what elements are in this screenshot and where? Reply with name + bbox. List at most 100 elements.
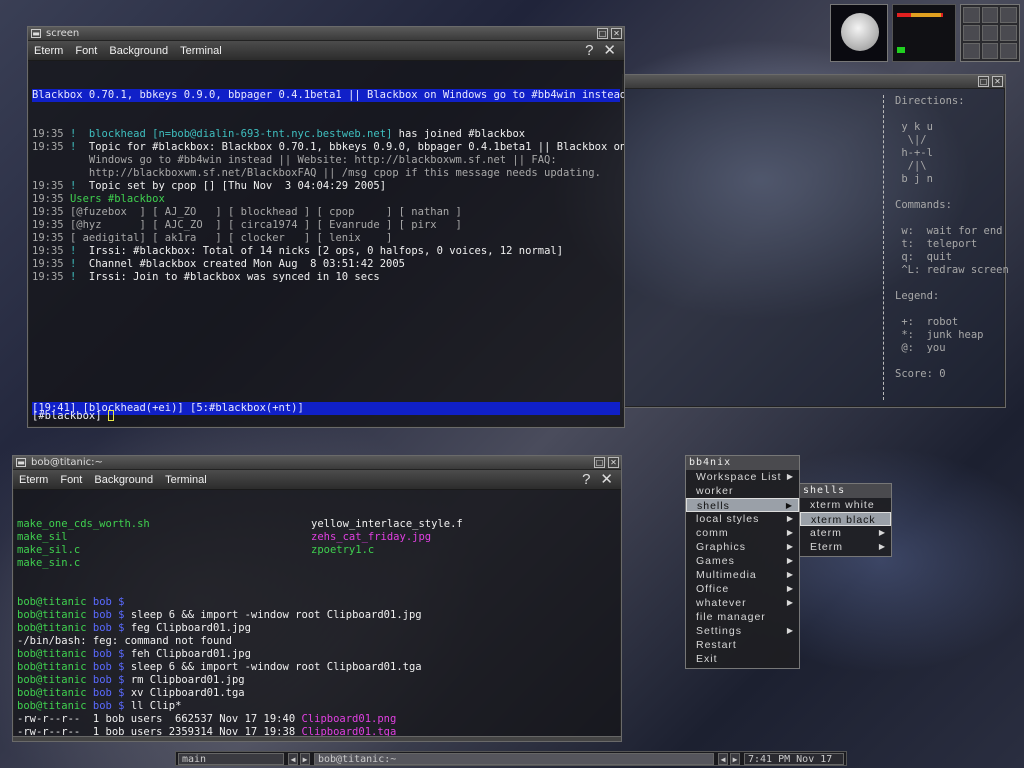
irc-text: Windows go to #bb4win instead || Website… <box>32 154 557 166</box>
prompt-dir: bob <box>86 648 119 660</box>
submenu-arrow-icon: ▶ <box>786 472 794 481</box>
help-button[interactable]: ? <box>585 43 593 58</box>
net-led-icon <box>897 47 905 53</box>
irc-host: [n=bob@dialin-693-tnt.nyc.bestweb.net] <box>152 128 393 140</box>
game-help-line: q: quit <box>895 251 952 263</box>
workspace-label[interactable]: main <box>178 753 284 765</box>
window-titlebar[interactable]: □ ✕ <box>623 75 1005 89</box>
clock: 7:41 PM Nov 17 <box>744 753 844 765</box>
prompt-symbol: $ <box>118 609 131 621</box>
ls-filename: Clipboard01.tga <box>301 726 397 736</box>
window-title: screen <box>46 28 80 39</box>
pager-cell[interactable] <box>981 25 999 41</box>
irc-topic-bar: Blackbox 0.70.1, bbkeys 0.9.0, bbpager 0… <box>32 89 624 102</box>
irc-nick: cpop <box>171 180 197 192</box>
menu-item-workspace-list[interactable]: Workspace List ▶ <box>686 470 799 484</box>
game-help-line: @: you <box>895 342 946 354</box>
game-help-line: h-+-l <box>895 147 933 159</box>
menu-terminal[interactable]: Terminal <box>180 45 222 57</box>
workspace-next-button[interactable]: ▶ <box>300 753 310 765</box>
menu-font[interactable]: Font <box>75 45 97 57</box>
menu-item-worker[interactable]: worker <box>686 484 799 498</box>
irc-channel: #blackbox <box>183 271 241 283</box>
window-handle[interactable] <box>13 736 621 741</box>
robots-game-window[interactable]: □ ✕ Directions: y k u \|/ h-+-l /|\ b j … <box>622 74 1009 408</box>
menu-item-label: Eterm <box>810 541 844 553</box>
menu-eterm[interactable]: Eterm <box>19 474 48 486</box>
menu-item-shells[interactable]: shells ▶ <box>686 498 799 512</box>
game-help-line: Legend: <box>895 290 940 302</box>
menu-item-comm[interactable]: comm ▶ <box>686 526 799 540</box>
window-menu-icon[interactable]: ▬ <box>16 458 26 467</box>
window-prev-button[interactable]: ◀ <box>718 753 728 765</box>
workspace-pager[interactable] <box>960 4 1020 62</box>
window-menu-icon[interactable]: ▬ <box>31 29 41 38</box>
pager-cell[interactable] <box>981 43 999 59</box>
maximize-icon[interactable]: □ <box>597 28 608 39</box>
close-icon[interactable]: ✕ <box>608 457 619 468</box>
irc-input-line[interactable]: [#blackbox] <box>28 408 118 425</box>
shell-output: make_one_cds_worth.sh make_sil make_sil.c m… <box>13 490 621 736</box>
menu-item-local-styles[interactable]: local styles ▶ <box>686 512 799 526</box>
submenu-arrow-icon: ▶ <box>786 598 794 607</box>
maximize-icon[interactable]: □ <box>978 76 989 87</box>
window-titlebar[interactable]: ▬ screen □ ✕ <box>28 27 624 41</box>
menu-terminal[interactable]: Terminal <box>165 474 207 486</box>
pager-cell[interactable] <box>963 43 980 59</box>
file-entry: make_sin.c <box>17 557 81 569</box>
irc-channel: #blackbox <box>139 258 197 270</box>
pager-cell[interactable] <box>981 7 999 23</box>
workspace-prev-button[interactable]: ◀ <box>288 753 298 765</box>
shell-window[interactable]: ▬ bob@titanic:~ □ ✕ Eterm Font Backgroun… <box>12 455 622 742</box>
close-button[interactable]: ✕ <box>603 43 616 58</box>
menu-item-label: Multimedia <box>696 569 757 581</box>
menu-eterm[interactable]: Eterm <box>34 45 63 57</box>
menu-item-whatever[interactable]: whatever ▶ <box>686 596 799 610</box>
pager-cell[interactable] <box>1000 25 1017 41</box>
pager-cell[interactable] <box>963 7 980 23</box>
file-entry: yellow_interlace_style.f <box>311 518 463 530</box>
game-help-line: Directions: <box>895 95 965 107</box>
window-next-button[interactable]: ▶ <box>730 753 740 765</box>
menu-item-eterm[interactable]: Eterm ▶ <box>800 540 891 554</box>
menu-item-games[interactable]: Games ▶ <box>686 554 799 568</box>
close-icon[interactable]: ✕ <box>611 28 622 39</box>
irc-text: Topic set by <box>88 180 172 192</box>
menu-item-aterm[interactable]: aterm ▶ <box>800 526 891 540</box>
menu-background[interactable]: Background <box>109 45 168 57</box>
close-button[interactable]: ✕ <box>600 472 613 487</box>
system-monitor-dockapp <box>892 4 956 62</box>
pager-cell[interactable] <box>963 25 980 41</box>
pager-cell[interactable] <box>1000 7 1017 23</box>
irc-text: was synced in 10 secs <box>240 271 380 283</box>
menu-item-file-manager[interactable]: file manager <box>686 610 799 624</box>
menu-item-restart[interactable]: Restart <box>686 638 799 652</box>
game-help-line: b j n <box>895 173 933 185</box>
window-titlebar[interactable]: ▬ bob@titanic:~ □ ✕ <box>13 456 621 470</box>
game-help-line: w: wait for end <box>895 225 1003 237</box>
close-icon[interactable]: ✕ <box>992 76 1003 87</box>
menu-item-xterm-white[interactable]: xterm white <box>800 498 891 512</box>
menu-item-settings[interactable]: Settings ▶ <box>686 624 799 638</box>
shell-line: -/bin/bash: feg: command not found <box>17 635 617 648</box>
shell-command: feg Clipboard01.jpg <box>130 622 251 634</box>
menu-item-xterm-black[interactable]: xterm black <box>800 512 891 526</box>
focused-window-label[interactable]: bob@titanic:~ <box>314 753 714 765</box>
menu-background[interactable]: Background <box>94 474 153 486</box>
menu-item-graphics[interactable]: Graphics ▶ <box>686 540 799 554</box>
menu-item-multimedia[interactable]: Multimedia ▶ <box>686 568 799 582</box>
pager-cell[interactable] <box>1000 43 1017 59</box>
ls-filename: Clipboard01.png <box>301 713 397 725</box>
irc-screen-window[interactable]: ▬ screen □ ✕ Eterm Font Background Termi… <box>27 26 625 428</box>
irc-prompt: [#blackbox] <box>32 410 108 422</box>
menu-font[interactable]: Font <box>60 474 82 486</box>
maximize-icon[interactable]: □ <box>594 457 605 468</box>
help-button[interactable]: ? <box>582 472 590 487</box>
irc-line: 19:35 ! Topic for #blackbox: Blackbox 0.… <box>32 141 624 154</box>
prompt-symbol: $ <box>118 687 131 699</box>
irc-line: 19:35 ! blockhead [n=bob@dialin-693-tnt.… <box>32 128 620 141</box>
irc-nick: blockhead <box>88 128 153 140</box>
menu-item-exit[interactable]: Exit <box>686 652 799 666</box>
menu-item-office[interactable]: Office ▶ <box>686 582 799 596</box>
irc-timestamp: 19:35 <box>32 206 70 218</box>
